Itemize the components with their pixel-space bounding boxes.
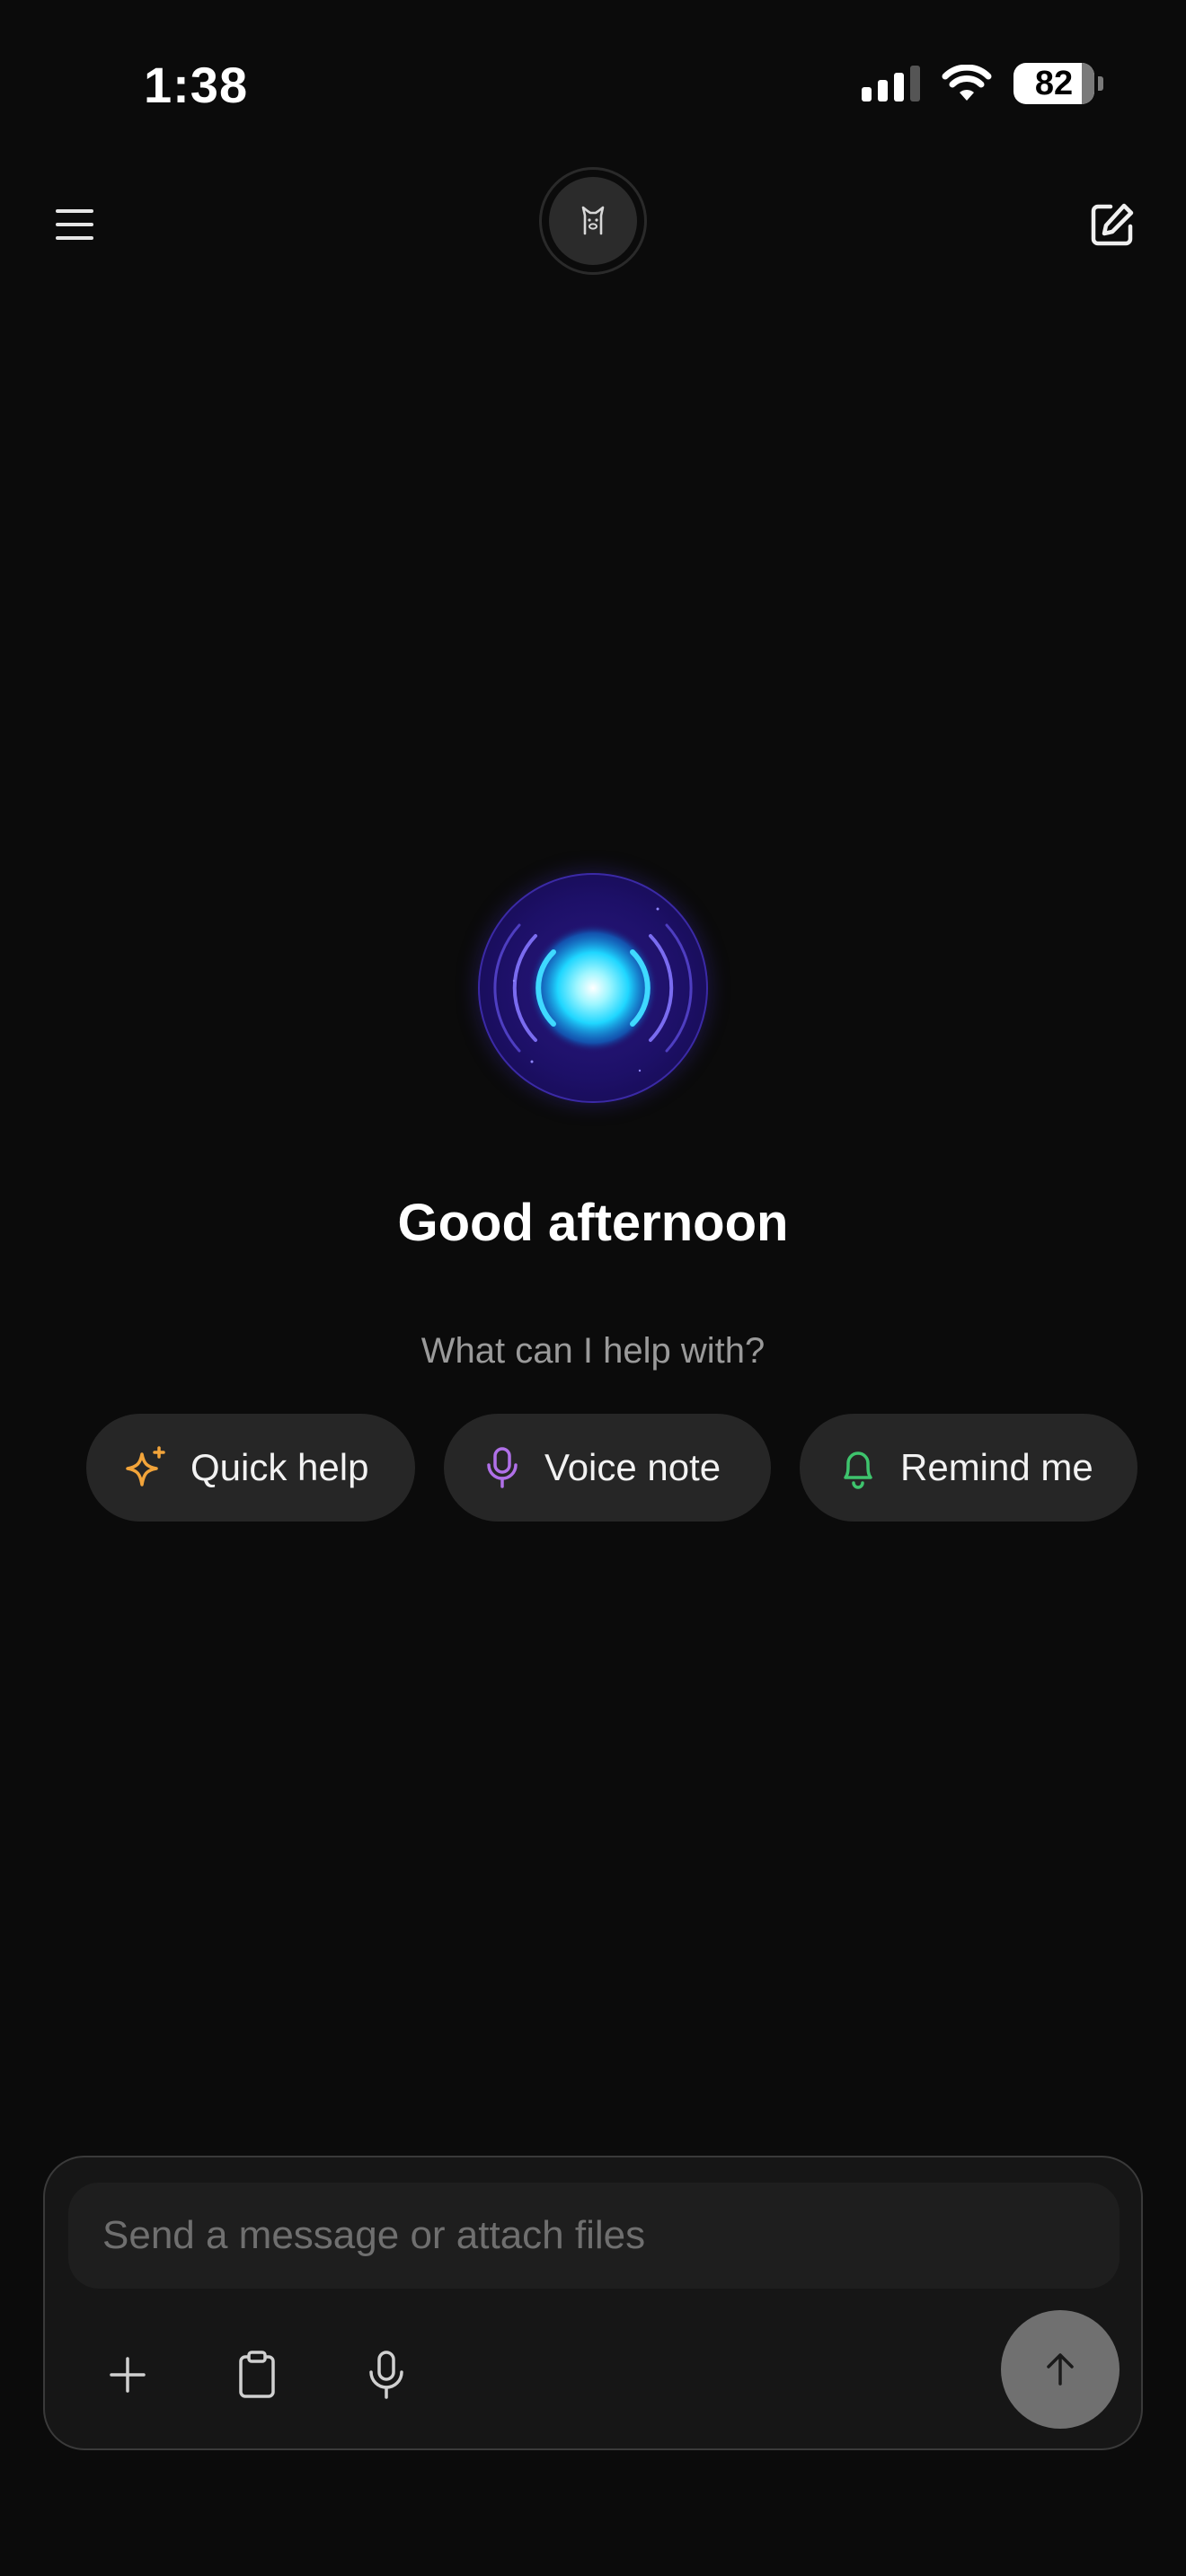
app-screen: 1:38 82 Good afternoon What can I help w… <box>0 0 1186 2576</box>
remind-me-chip[interactable]: Remind me <box>800 1414 1137 1522</box>
avatar <box>549 177 637 265</box>
greeting-subtitle: What can I help with? <box>420 1331 766 1371</box>
microphone-icon[interactable] <box>354 2342 419 2407</box>
arrow-up-icon <box>1047 2353 1074 2386</box>
message-composer <box>43 2156 1143 2450</box>
llama-avatar-icon <box>581 206 605 235</box>
hamburger-menu-icon[interactable] <box>56 199 106 250</box>
voice-note-chip[interactable]: Voice note <box>444 1414 771 1522</box>
cellular-signal-icon <box>862 66 920 101</box>
battery-icon: 82 <box>1013 63 1103 104</box>
greeting-title: Good afternoon <box>397 1194 789 1252</box>
orb-waves-graphic <box>493 907 693 1072</box>
message-input[interactable] <box>68 2183 1120 2289</box>
voice-note-label: Voice note <box>544 1446 721 1488</box>
status-time: 1:38 <box>144 57 249 113</box>
voice-orb[interactable] <box>478 873 708 1103</box>
wifi-icon <box>942 65 992 101</box>
clipboard-icon[interactable] <box>225 2342 289 2407</box>
send-button[interactable] <box>1001 2310 1120 2429</box>
assistant-avatar-button[interactable] <box>539 167 647 275</box>
quick-help-label: Quick help <box>190 1446 369 1488</box>
bell-icon <box>844 1451 872 1489</box>
plus-icon[interactable] <box>95 2342 160 2407</box>
microphone-icon <box>487 1447 518 1488</box>
compose-edit-icon[interactable] <box>1087 199 1137 250</box>
battery-percent: 82 <box>1034 64 1074 102</box>
status-icons: 82 <box>862 63 1103 104</box>
remind-me-label: Remind me <box>900 1446 1093 1488</box>
quick-help-chip[interactable]: Quick help <box>86 1414 415 1522</box>
sparkles-icon <box>126 1446 165 1486</box>
